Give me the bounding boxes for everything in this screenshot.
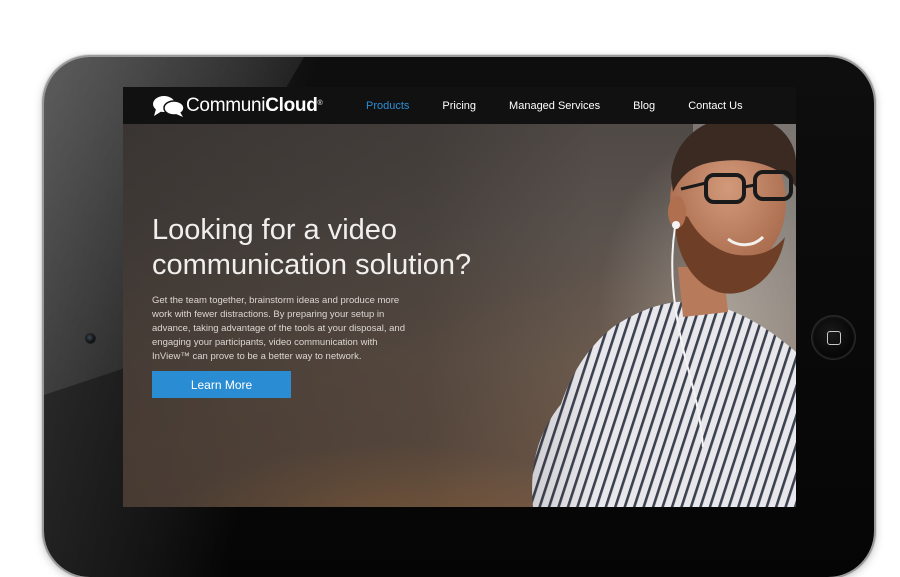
nav-item-contact-us[interactable]: Contact Us	[688, 100, 742, 112]
nav-item-pricing[interactable]: Pricing	[442, 100, 476, 112]
home-button[interactable]	[812, 316, 855, 359]
website-screen: CommuniCloud® Products Pricing Managed S…	[123, 87, 796, 507]
registered-mark: ®	[317, 100, 323, 107]
learn-more-button[interactable]: Learn More	[152, 371, 291, 398]
nav-item-products[interactable]: Products	[366, 100, 409, 112]
hero-headline-line2: communication solution?	[152, 249, 472, 281]
brand-name: CommuniCloud®	[186, 95, 323, 117]
chat-bubbles-icon	[153, 96, 185, 117]
brand-name-bold: Cloud	[265, 95, 318, 116]
home-square-icon	[826, 330, 841, 345]
hero-headline: Looking for a video communication soluti…	[152, 213, 532, 283]
brand-logo[interactable]: CommuniCloud®	[152, 95, 323, 117]
nav-item-blog[interactable]: Blog	[633, 100, 655, 112]
front-camera	[86, 334, 95, 343]
nav-links: Products Pricing Managed Services Blog C…	[366, 87, 776, 124]
brand-name-light: Communi	[186, 95, 266, 116]
nav-item-managed-services[interactable]: Managed Services	[509, 100, 600, 112]
top-navbar: CommuniCloud® Products Pricing Managed S…	[123, 87, 796, 124]
hero-headline-line1: Looking for a video	[152, 214, 398, 246]
hero-description: Get the team together, brainstorm ideas …	[152, 295, 405, 362]
